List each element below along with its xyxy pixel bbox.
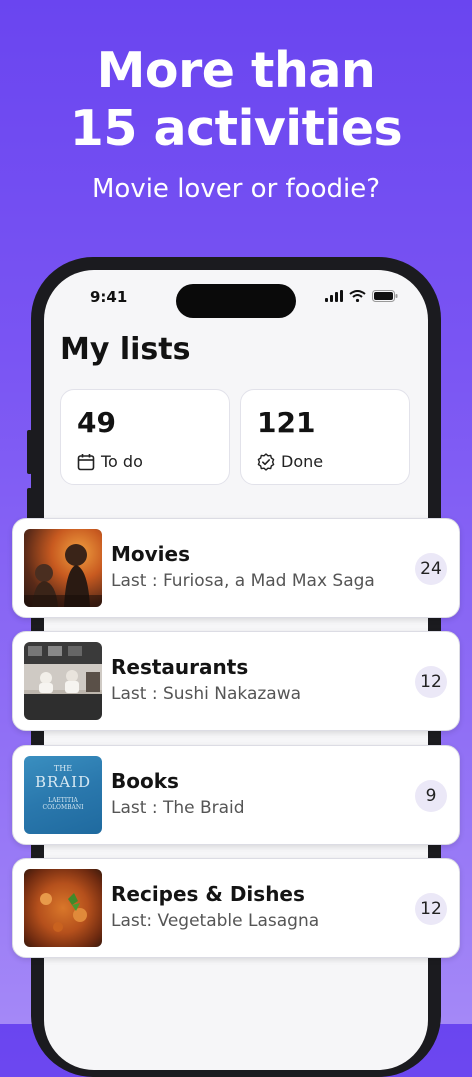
todo-stat-card[interactable]: 49 To do bbox=[60, 389, 230, 485]
promo-headline: More than 15 activities bbox=[0, 42, 472, 158]
book-cover-author-last: COLOMBANI bbox=[42, 804, 84, 811]
todo-label: To do bbox=[101, 452, 143, 471]
list-card-books[interactable]: THE BRAID LAETITIA COLOMBANI Books Last … bbox=[12, 745, 460, 845]
list-last-item: Last : The Braid bbox=[111, 798, 245, 818]
list-title: Books bbox=[111, 769, 179, 793]
list-count-badge: 12 bbox=[415, 666, 447, 698]
done-count: 121 bbox=[257, 406, 316, 439]
list-last-item: Last : Furiosa, a Mad Max Saga bbox=[111, 571, 375, 591]
done-stat-card[interactable]: 121 Done bbox=[240, 389, 410, 485]
phone-volume-button bbox=[27, 430, 32, 474]
status-icons bbox=[325, 290, 398, 302]
battery-icon bbox=[372, 290, 398, 302]
page-title: My lists bbox=[60, 332, 191, 367]
headline-line-1: More than bbox=[96, 42, 376, 99]
lasagna-photo bbox=[24, 869, 102, 947]
headline-line-2: 15 activities bbox=[69, 100, 403, 157]
signal-icon bbox=[325, 290, 343, 302]
list-card-movies[interactable]: Movies Last : Furiosa, a Mad Max Saga 24 bbox=[12, 518, 460, 618]
list-count-badge: 24 bbox=[415, 553, 447, 585]
book-cover-author-first: LAETITIA bbox=[48, 797, 78, 804]
list-card-restaurants[interactable]: Restaurants Last : Sushi Nakazawa 12 bbox=[12, 631, 460, 731]
done-label-row: Done bbox=[257, 452, 323, 471]
status-time: 9:41 bbox=[90, 288, 128, 306]
restaurant-photo bbox=[24, 642, 102, 720]
movie-poster bbox=[24, 529, 102, 607]
list-title: Recipes & Dishes bbox=[111, 882, 305, 906]
list-count-badge: 12 bbox=[415, 893, 447, 925]
done-label: Done bbox=[281, 452, 324, 471]
wifi-icon bbox=[349, 290, 366, 302]
calendar-icon bbox=[77, 453, 95, 470]
list-card-recipes[interactable]: Recipes & Dishes Last: Vegetable Lasagna… bbox=[12, 858, 460, 958]
todo-count: 49 bbox=[77, 406, 116, 439]
list-title: Restaurants bbox=[111, 655, 249, 679]
status-bar: 9:41 bbox=[44, 284, 428, 318]
dynamic-island bbox=[176, 284, 296, 318]
list-last-item: Last : Sushi Nakazawa bbox=[111, 684, 302, 704]
book-cover: THE BRAID LAETITIA COLOMBANI bbox=[24, 756, 102, 834]
promo-subline: Movie lover or foodie? bbox=[91, 174, 381, 204]
list-last-item: Last: Vegetable Lasagna bbox=[111, 911, 320, 931]
book-cover-title: BRAID bbox=[34, 773, 92, 791]
list-title: Movies bbox=[111, 542, 191, 566]
check-badge-icon bbox=[257, 452, 275, 471]
book-cover-title-top: THE bbox=[53, 764, 73, 773]
todo-label-row: To do bbox=[77, 452, 143, 471]
list-count-badge: 9 bbox=[415, 780, 447, 812]
